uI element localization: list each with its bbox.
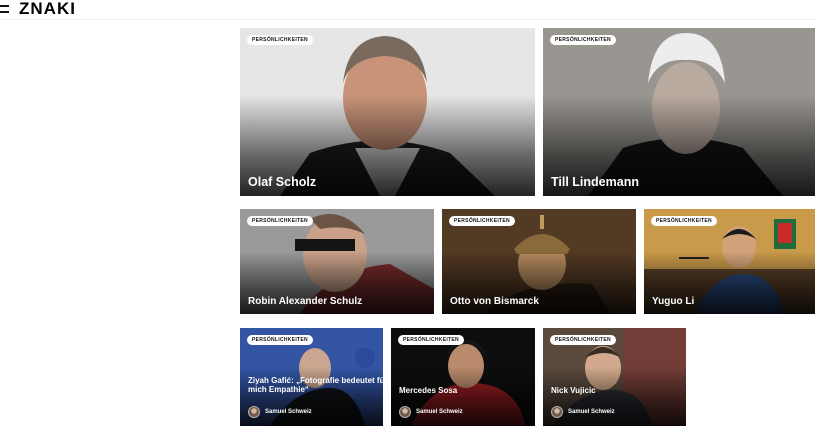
site-logo[interactable]: ZNAKI [19,0,76,19]
author-name: Samuel Schweiz [568,409,615,415]
card-title[interactable]: Robin Alexander Schulz [248,296,362,308]
card-ziyah-gafic[interactable]: PERSÖNLICHKEITEN Ziyah Gafić: „Fotografi… [240,328,383,426]
menu-icon[interactable] [0,3,10,15]
category-badge[interactable]: PERSÖNLICHKEITEN [398,335,464,345]
author[interactable]: Samuel Schweiz [551,405,615,419]
category-badge[interactable]: PERSÖNLICHKEITEN [247,216,313,226]
author-avatar [399,406,411,418]
card-title[interactable]: Mercedes Sosa [399,386,535,395]
author[interactable]: Samuel Schweiz [248,405,312,419]
card-yuguo-li[interactable]: PERSÖNLICHKEITEN Yuguo Li [644,209,815,314]
author-name: Samuel Schweiz [416,409,463,415]
card-title[interactable]: Olaf Scholz [248,175,316,189]
card-till-lindemann[interactable]: PERSÖNLICHKEITEN Till Lindemann [543,28,815,196]
card-nick-vujicic[interactable]: PERSÖNLICHKEITEN Nick Vujicic Samuel Sch… [543,328,686,426]
category-badge[interactable]: PERSÖNLICHKEITEN [247,335,313,345]
card-title[interactable]: Yuguo Li [652,296,694,308]
card-title[interactable]: Otto von Bismarck [450,296,539,308]
category-badge[interactable]: PERSÖNLICHKEITEN [550,335,616,345]
author-avatar [248,406,260,418]
card-mercedes-sosa[interactable]: PERSÖNLICHKEITEN Mercedes Sosa Samuel Sc… [391,328,535,426]
top-bar: ZNAKI [0,0,815,20]
category-badge[interactable]: PERSÖNLICHKEITEN [247,35,313,45]
category-badge[interactable]: PERSÖNLICHKEITEN [550,35,616,45]
category-badge[interactable]: PERSÖNLICHKEITEN [651,216,717,226]
category-badge[interactable]: PERSÖNLICHKEITEN [449,216,515,226]
author-avatar [551,406,563,418]
card-title[interactable]: Ziyah Gafić: „Fotografie bedeutet für mi… [248,376,383,394]
card-robin-alexander-schulz[interactable]: PERSÖNLICHKEITEN Robin Alexander Schulz [240,209,434,314]
card-olaf-scholz[interactable]: PERSÖNLICHKEITEN Olaf Scholz [240,28,535,196]
author[interactable]: Samuel Schweiz [399,405,463,419]
card-title[interactable]: Till Lindemann [551,175,639,189]
card-title[interactable]: Nick Vujicic [551,386,686,395]
card-otto-von-bismarck[interactable]: PERSÖNLICHKEITEN Otto von Bismarck [442,209,636,314]
author-name: Samuel Schweiz [265,409,312,415]
